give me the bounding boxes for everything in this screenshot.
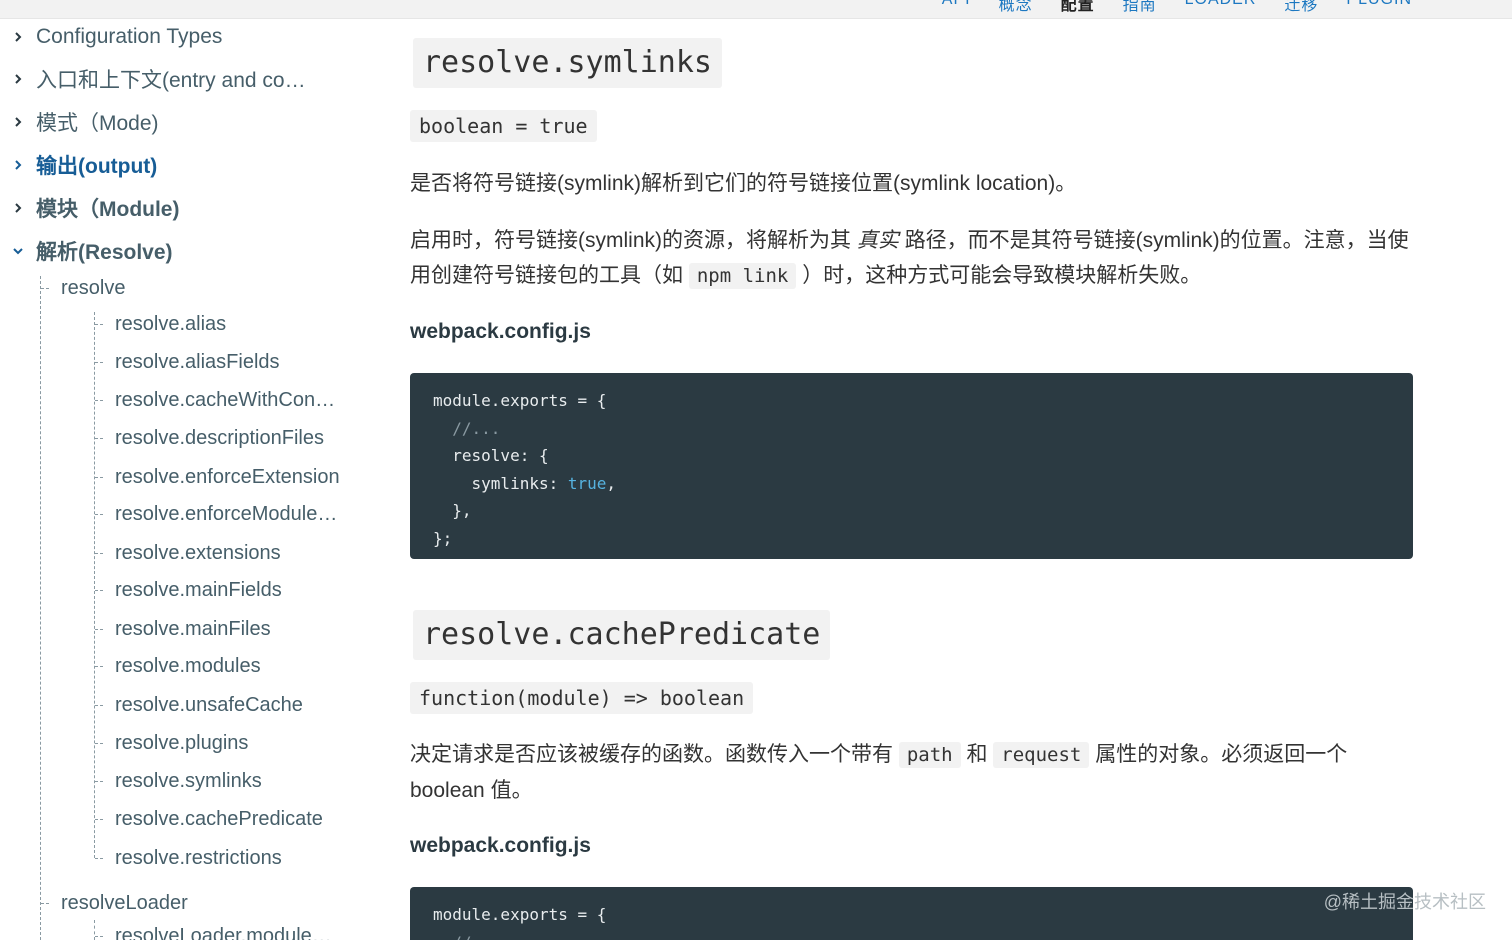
- sidebar-section-label: 解析(Resolve): [36, 241, 173, 264]
- section-heading-symlinks[interactable]: resolve.symlinks: [413, 38, 722, 88]
- sidebar-item-resolve-plugins[interactable]: resolve.plugins: [115, 731, 248, 755]
- code-block: module.exports = { //...: [410, 887, 1413, 940]
- sidebar-item-resolveloader-modules[interactable]: resolveLoader.module…: [115, 924, 332, 940]
- sidebar-item-resolve-mainfiles[interactable]: resolve.mainFiles: [115, 617, 271, 641]
- chevron-right-icon: [0, 159, 36, 171]
- tree-line: [40, 276, 41, 940]
- nav-api[interactable]: API: [942, 0, 971, 15]
- tree-branch: [95, 819, 103, 820]
- description-paragraph: 决定请求是否应该被缓存的函数。函数传入一个带有 path 和 request 属…: [410, 737, 1410, 808]
- file-label: webpack.config.js: [410, 834, 591, 857]
- text-segment: 和: [966, 743, 988, 766]
- chevron-down-icon: [0, 245, 36, 257]
- inline-code: request: [993, 742, 1090, 768]
- chevron-right-icon: [0, 31, 36, 43]
- tree-branch: [95, 514, 103, 515]
- code-line: };: [433, 528, 453, 548]
- chevron-right-icon: [0, 116, 36, 128]
- tree-branch: [95, 362, 103, 363]
- code-comment: //...: [433, 929, 1390, 940]
- code-block: module.exports = { //... resolve: { syml…: [410, 373, 1413, 559]
- sidebar-section-module[interactable]: 模块（Module): [0, 191, 179, 225]
- file-label: webpack.config.js: [410, 320, 591, 343]
- sidebar-section-label: 输出(output): [36, 155, 158, 178]
- sidebar-item-resolve-enforcemoduleextension[interactable]: resolve.enforceModule…: [115, 502, 337, 526]
- tree-branch: [95, 438, 103, 439]
- description-paragraph: 是否将符号链接(symlink)解析到它们的符号链接位置(symlink loc…: [410, 172, 1077, 195]
- type-signature: boolean = true: [410, 110, 597, 142]
- sidebar-section-resolve[interactable]: 解析(Resolve): [0, 234, 173, 268]
- tree-line: [94, 920, 95, 940]
- code-token: symlinks:: [433, 473, 568, 493]
- type-signature: function(module) => boolean: [410, 682, 754, 714]
- sidebar-item-resolve-descriptionfiles[interactable]: resolve.descriptionFiles: [115, 426, 324, 450]
- code-line: symlinks: true,: [433, 470, 1390, 498]
- top-nav-links: API 概念 配置 指南 LOADER 迁移 PLUGIN: [942, 0, 1412, 15]
- code-line: module.exports = {: [433, 905, 607, 924]
- tree-branch: [95, 705, 103, 706]
- sidebar-item-resolve-enforceextension[interactable]: resolve.enforceExtension: [115, 465, 340, 489]
- tree-line: [94, 312, 95, 858]
- sidebar-item-resolve-modules[interactable]: resolve.modules: [115, 654, 261, 678]
- chevron-right-icon: [0, 202, 36, 214]
- inline-code: path: [898, 742, 961, 768]
- sidebar-section-label: 模式（Mode): [36, 112, 159, 135]
- tree-branch: [95, 553, 103, 554]
- nav-loaders[interactable]: LOADER: [1185, 0, 1257, 15]
- tree-branch: [95, 477, 103, 478]
- code-line: },: [433, 501, 472, 520]
- code-line: resolve: {: [433, 446, 549, 465]
- section-heading-cachepredicate[interactable]: resolve.cachePredicate: [413, 610, 831, 660]
- nav-plugins[interactable]: PLUGIN: [1346, 0, 1412, 15]
- code-token: ,: [606, 473, 617, 493]
- text-segment: 决定请求是否应该被缓存的函数。函数传入一个带有: [410, 743, 893, 766]
- sidebar-section-mode[interactable]: 模式（Mode): [0, 105, 159, 139]
- chevron-right-icon: [0, 73, 36, 85]
- sidebar-section-label: 模块（Module): [36, 198, 180, 221]
- sidebar-item-resolve-restrictions[interactable]: resolve.restrictions: [115, 846, 282, 870]
- sidebar: Configuration Types 入口和上下文(entry and co……: [0, 18, 380, 940]
- watermark: @稀土掘金技术社区: [1323, 892, 1486, 912]
- sidebar-item-resolve-symlinks[interactable]: resolve.symlinks: [115, 769, 262, 793]
- sidebar-item-resolve-mainfields[interactable]: resolve.mainFields: [115, 578, 282, 602]
- nav-configuration[interactable]: 配置: [1061, 0, 1095, 15]
- sidebar-section-label: 入口和上下文(entry and co…: [36, 69, 306, 92]
- tree-branch: [95, 666, 103, 667]
- tree-branch: [95, 400, 103, 401]
- sidebar-item-resolveloader[interactable]: resolveLoader: [61, 891, 188, 915]
- sidebar-item-resolve-cachepredicate[interactable]: resolve.cachePredicate: [115, 807, 323, 831]
- description-paragraph: 启用时，符号链接(symlink)的资源，将解析为其 真实 路径，而不是其符号链…: [410, 223, 1410, 294]
- text-segment: 启用时，符号链接(symlink)的资源，将解析为其: [410, 229, 851, 252]
- top-navbar: API 概念 配置 指南 LOADER 迁移 PLUGIN: [0, 0, 1512, 19]
- code-keyword: true: [567, 473, 607, 493]
- tree-branch: [41, 288, 49, 289]
- code-line: module.exports = {: [433, 391, 607, 410]
- tree-branch: [95, 936, 103, 937]
- emphasis-text: 真实: [856, 229, 899, 252]
- tree-branch: [41, 903, 49, 904]
- sidebar-item-resolve-cachewithcontext[interactable]: resolve.cacheWithCon…: [115, 388, 335, 412]
- nav-migrate[interactable]: 迁移: [1284, 0, 1318, 15]
- sidebar-section-output[interactable]: 输出(output): [0, 148, 157, 182]
- sidebar-item-resolve-unsafecache[interactable]: resolve.unsafeCache: [115, 693, 303, 717]
- sidebar-section-label: Configuration Types: [36, 25, 223, 48]
- inline-code: npm link: [688, 263, 797, 289]
- tree-branch: [95, 324, 103, 325]
- tree-branch: [95, 858, 103, 859]
- sidebar-section-configuration-types[interactable]: Configuration Types: [0, 20, 222, 54]
- sidebar-item-resolve-aliasfields[interactable]: resolve.aliasFields: [115, 350, 280, 374]
- sidebar-item-resolve-alias[interactable]: resolve.alias: [115, 312, 226, 336]
- main-content: resolve.symlinks boolean = true 是否将符号链接(…: [410, 18, 1413, 940]
- nav-concepts[interactable]: 概念: [999, 0, 1033, 15]
- text-segment: ）时，这种方式可能会导致模块解析失败。: [802, 264, 1202, 287]
- sidebar-item-resolve-extensions[interactable]: resolve.extensions: [115, 541, 281, 565]
- tree-branch: [95, 590, 103, 591]
- tree-branch: [95, 629, 103, 630]
- tree-branch: [95, 781, 103, 782]
- nav-guides[interactable]: 指南: [1123, 0, 1157, 15]
- sidebar-item-resolve[interactable]: resolve: [61, 276, 125, 300]
- sidebar-section-entry-context[interactable]: 入口和上下文(entry and co…: [0, 62, 306, 96]
- tree-branch: [95, 743, 103, 744]
- code-comment: //...: [433, 418, 501, 438]
